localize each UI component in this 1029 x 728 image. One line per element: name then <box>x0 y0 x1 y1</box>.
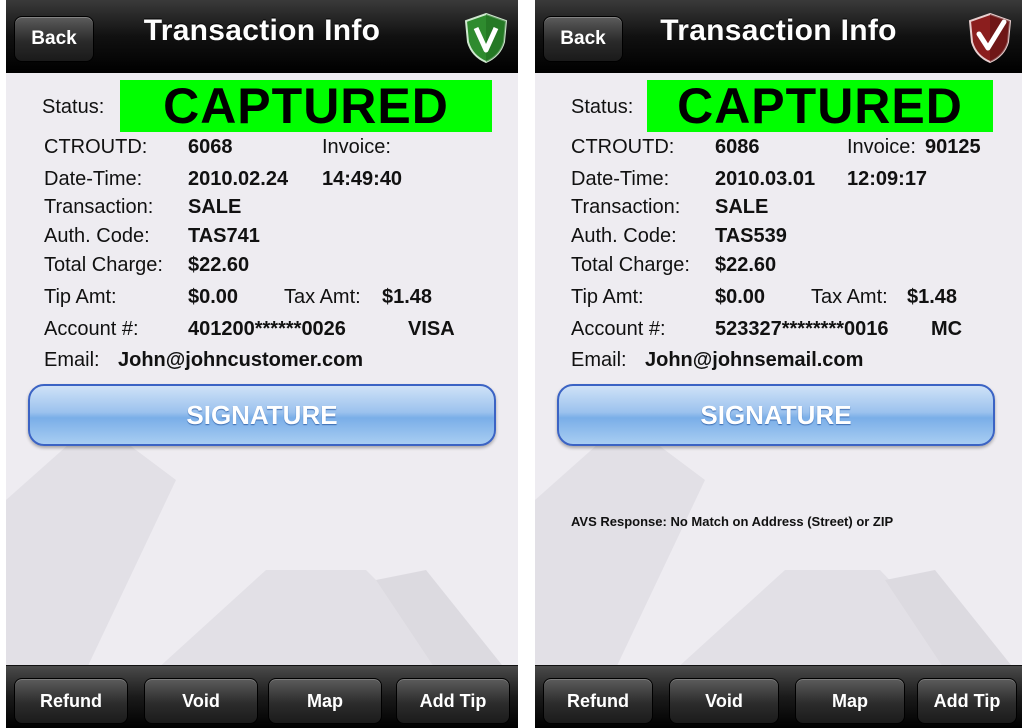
transaction-details: Status: CAPTURED CTROUTD: 6068 Invoice: … <box>6 72 518 668</box>
transaction-details: Status: CAPTURED CTROUTD: 6086 Invoice: … <box>535 72 1022 668</box>
tax-amount-value: $1.48 <box>382 286 433 308</box>
card-type: VISA <box>408 318 455 340</box>
tax-amount-label: Tax Amt: <box>284 286 361 308</box>
email-label: Email: <box>44 349 100 371</box>
status-badge: CAPTURED <box>647 80 993 132</box>
transaction-label: Transaction: <box>571 196 681 218</box>
status-label: Status: <box>42 96 105 118</box>
nav-bar: Back Transaction Info <box>6 0 518 73</box>
signature-button[interactable]: SIGNATURE <box>557 384 995 446</box>
auth-code-label: Auth. Code: <box>571 225 677 247</box>
account-label: Account #: <box>571 318 666 340</box>
total-charge-value: $22.60 <box>715 254 777 276</box>
total-charge-label: Total Charge: <box>44 254 163 276</box>
page-title: Transaction Info <box>143 14 381 47</box>
tip-amount-value: $0.00 <box>188 286 239 308</box>
datetime-label: Date-Time: <box>44 168 143 190</box>
add-tip-button[interactable]: Add Tip <box>396 678 510 724</box>
refund-button[interactable]: Refund <box>14 678 128 724</box>
page-title: Transaction Info <box>660 14 897 47</box>
date-value: 2010.03.01 <box>715 168 816 190</box>
transaction-screen-right: Back Transaction Info Status: CAPTURED C… <box>535 0 1022 728</box>
account-label: Account #: <box>44 318 139 340</box>
bottom-toolbar: Refund Void Map Add Tip <box>535 665 1022 728</box>
green-v-shield-icon <box>464 12 508 64</box>
invoice-label: Invoice: <box>847 136 916 158</box>
map-button[interactable]: Map <box>268 678 382 724</box>
ctroutd-label: CTROUTD: <box>44 136 148 158</box>
red-check-shield-icon <box>968 12 1012 64</box>
nav-bar: Back Transaction Info <box>535 0 1022 73</box>
void-button[interactable]: Void <box>669 678 779 724</box>
invoice-label: Invoice: <box>322 136 391 158</box>
bottom-toolbar: Refund Void Map Add Tip <box>6 665 518 728</box>
ctroutd-label: CTROUTD: <box>571 136 675 158</box>
account-value: 401200******0026 <box>188 318 346 340</box>
avs-response: AVS Response: No Match on Address (Stree… <box>571 514 894 529</box>
auth-code-label: Auth. Code: <box>44 225 150 247</box>
transaction-screen-left: Back Transaction Info Status: CAPTURED C… <box>6 0 518 728</box>
map-button[interactable]: Map <box>795 678 905 724</box>
void-button[interactable]: Void <box>144 678 258 724</box>
tax-amount-label: Tax Amt: <box>811 286 888 308</box>
tip-amount-label: Tip Amt: <box>44 286 117 308</box>
card-type: MC <box>931 318 963 340</box>
total-charge-label: Total Charge: <box>571 254 690 276</box>
date-value: 2010.02.24 <box>188 168 289 190</box>
ctroutd-value: 6086 <box>715 136 760 158</box>
tax-amount-value: $1.48 <box>907 286 958 308</box>
time-value: 12:09:17 <box>847 168 928 190</box>
auth-code-value: TAS741 <box>188 225 260 247</box>
time-value: 14:49:40 <box>322 168 403 190</box>
signature-button[interactable]: SIGNATURE <box>28 384 496 446</box>
email-label: Email: <box>571 349 627 371</box>
transaction-value: SALE <box>188 196 242 218</box>
status-label: Status: <box>571 96 634 118</box>
status-badge: CAPTURED <box>120 80 492 132</box>
tip-amount-label: Tip Amt: <box>571 286 644 308</box>
transaction-label: Transaction: <box>44 196 154 218</box>
auth-code-value: TAS539 <box>715 225 787 247</box>
ctroutd-value: 6068 <box>188 136 233 158</box>
transaction-value: SALE <box>715 196 769 218</box>
email-value: John@johncustomer.com <box>118 349 364 371</box>
email-value: John@johnsemail.com <box>645 349 864 371</box>
account-value: 523327********0016 <box>715 318 889 340</box>
total-charge-value: $22.60 <box>188 254 250 276</box>
datetime-label: Date-Time: <box>571 168 670 190</box>
refund-button[interactable]: Refund <box>543 678 653 724</box>
add-tip-button[interactable]: Add Tip <box>917 678 1017 724</box>
invoice-value: 90125 <box>925 136 981 158</box>
tip-amount-value: $0.00 <box>715 286 766 308</box>
